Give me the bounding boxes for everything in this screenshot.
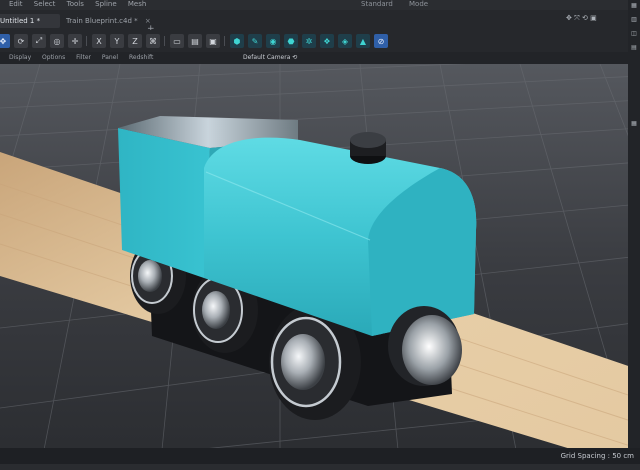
cube-icon: ⬢ bbox=[233, 36, 241, 46]
deformer-icon: ❖ bbox=[323, 36, 331, 46]
menu-bar: Edit Select Tools Spline Mesh Standard M… bbox=[0, 0, 640, 10]
move-tool-button[interactable]: ✥ bbox=[0, 34, 10, 48]
viewport-menu-redshift[interactable]: Redshift bbox=[129, 52, 153, 64]
deformer-button[interactable]: ❖ bbox=[320, 34, 334, 48]
light-icon: ⊘ bbox=[377, 36, 385, 46]
axis-z-label: Z bbox=[132, 36, 138, 46]
scale-tool-button[interactable]: ⤢ bbox=[32, 34, 46, 48]
extrude-button[interactable]: ⬣ bbox=[284, 34, 298, 48]
menu-tools[interactable]: Tools bbox=[67, 0, 84, 8]
tab-label: Train Blueprint.c4d * bbox=[66, 17, 138, 25]
transform-tool-button[interactable]: ✛ bbox=[68, 34, 82, 48]
cube-object-button[interactable]: ⬢ bbox=[230, 34, 244, 48]
axis-z-button[interactable]: Z bbox=[128, 34, 142, 48]
tab-train-blueprint[interactable]: Train Blueprint.c4d * × bbox=[60, 14, 157, 28]
render-settings-button[interactable]: ▣ bbox=[206, 34, 220, 48]
camera-label[interactable]: Default Camera ⟲ bbox=[243, 52, 297, 64]
camera-icon: ▲ bbox=[359, 36, 367, 46]
move-icon: ✥ bbox=[0, 36, 7, 46]
viewport-menu-bar: Display Options Filter Panel Redshift De… bbox=[0, 52, 640, 64]
3d-viewport[interactable]: ⇅ ⤧ ⟲ ▣ bbox=[0, 64, 640, 470]
scale-icon: ⤢ bbox=[35, 36, 43, 45]
extrude-icon: ⬣ bbox=[287, 36, 295, 46]
move-view-icon[interactable]: ✥ bbox=[566, 14, 572, 22]
camera-button[interactable]: ▲ bbox=[356, 34, 370, 48]
field-icon: ◈ bbox=[341, 36, 349, 46]
panel-icon[interactable]: ▤ bbox=[630, 44, 638, 51]
film-icon: ▤ bbox=[191, 36, 199, 46]
train-chimney bbox=[350, 132, 386, 164]
axis-x-button[interactable]: X bbox=[92, 34, 106, 48]
menu-mesh[interactable]: Mesh bbox=[128, 0, 146, 8]
main-toolbar: ✥ ⟳ ⤢ ◎ ✛ X Y Z ⌘ ▭ ▤ ▣ ⬢ ✎ ◉ ⬣ ✲ ❖ ◈ ▲ … bbox=[0, 30, 640, 52]
bottom-panel-tabs[interactable] bbox=[0, 464, 640, 470]
viewport-menu-display[interactable]: Display bbox=[9, 52, 31, 64]
viewport-menu-panel[interactable]: Panel bbox=[102, 52, 118, 64]
menu-select[interactable]: Select bbox=[34, 0, 56, 8]
spline-pen-button[interactable]: ✎ bbox=[248, 34, 262, 48]
clapper-icon: ▭ bbox=[173, 36, 181, 46]
viewport-menu-options[interactable]: Options bbox=[42, 52, 65, 64]
rotate-icon: ⟳ bbox=[17, 36, 25, 46]
coordinate-system-button[interactable]: ⌘ bbox=[146, 34, 160, 48]
rotate-tool-button[interactable]: ⟳ bbox=[14, 34, 28, 48]
document-tab-bar: Untitled 1 * Train Blueprint.c4d * × + bbox=[0, 10, 640, 34]
render-to-picture-viewer-button[interactable]: ▤ bbox=[188, 34, 202, 48]
menu-spline[interactable]: Spline bbox=[95, 0, 117, 8]
tab-label: Untitled 1 * bbox=[0, 17, 41, 25]
viewport-canvas: ⇅ ⤧ ⟲ ▣ bbox=[0, 64, 640, 470]
panel-icon[interactable]: ▦ bbox=[630, 2, 638, 9]
menu-edit[interactable]: Edit bbox=[9, 0, 23, 8]
axis-x-label: X bbox=[96, 36, 102, 46]
panel-icon[interactable]: ▦ bbox=[630, 120, 638, 127]
transform-icon: ✛ bbox=[71, 36, 79, 46]
cloner-icon: ✲ bbox=[305, 36, 313, 46]
right-dock-strip: ▦ ▥ ◫ ▤ ▦ bbox=[628, 0, 640, 470]
subdivision-button[interactable]: ◉ bbox=[266, 34, 280, 48]
settings-icon: ▣ bbox=[209, 36, 217, 46]
mode-label[interactable]: Mode bbox=[409, 0, 428, 8]
cinema4d-window: Edit Select Tools Spline Mesh Standard M… bbox=[0, 0, 640, 470]
axis-y-label: Y bbox=[114, 36, 120, 46]
viewport-nav-controls[interactable]: ✥ ⤧ ⟲ ▣ bbox=[566, 14, 597, 23]
axis-y-button[interactable]: Y bbox=[110, 34, 124, 48]
panel-icon[interactable]: ▥ bbox=[630, 16, 638, 23]
pen-icon: ✎ bbox=[251, 36, 259, 46]
sphere-icon: ◉ bbox=[269, 36, 277, 46]
panel-icon[interactable]: ◫ bbox=[630, 30, 638, 37]
hierarchy-icon: ⌘ bbox=[149, 36, 157, 46]
tab-untitled[interactable]: Untitled 1 * bbox=[0, 14, 60, 28]
toolbar-divider bbox=[86, 36, 87, 46]
render-view-button[interactable]: ▭ bbox=[170, 34, 184, 48]
toolbar-divider bbox=[224, 36, 225, 46]
light-button[interactable]: ⊘ bbox=[374, 34, 388, 48]
viewport-menu-filter[interactable]: Filter bbox=[76, 52, 91, 64]
grid-spacing-readout: Grid Spacing : 50 cm bbox=[560, 452, 634, 460]
toggle-views-icon[interactable]: ▣ bbox=[590, 14, 597, 22]
layout-label[interactable]: Standard bbox=[361, 0, 393, 8]
rotate-view-icon[interactable]: ⟲ bbox=[582, 14, 588, 22]
live-select-button[interactable]: ◎ bbox=[50, 34, 64, 48]
toolbar-divider bbox=[164, 36, 165, 46]
zoom-view-icon[interactable]: ⤧ bbox=[574, 14, 580, 22]
select-icon: ◎ bbox=[53, 36, 61, 46]
field-button[interactable]: ◈ bbox=[338, 34, 352, 48]
mograph-cloner-button[interactable]: ✲ bbox=[302, 34, 316, 48]
